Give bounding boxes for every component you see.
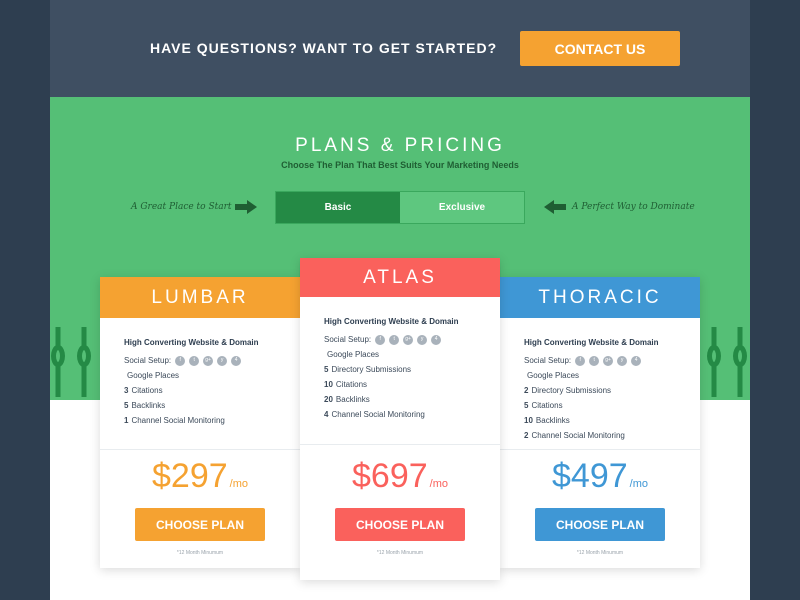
toggle-exclusive[interactable]: Exclusive	[400, 192, 524, 223]
yelp-icon: y	[217, 355, 228, 366]
plan-price: $497/mo	[500, 457, 700, 496]
social-setup-label: Social Setup:	[324, 335, 372, 344]
feature-item: 1 Channel Social Monitoring	[124, 416, 225, 425]
feature-social: Social Setup: f t g+ y 4	[324, 332, 500, 347]
feature-title: High Converting Website & Domain	[524, 338, 659, 347]
facebook-icon: f	[375, 334, 386, 345]
left-tagline: A Great Place to Start	[131, 202, 232, 212]
feature-item: 5 Backlinks	[124, 401, 166, 410]
choose-plan-button[interactable]: CHOOSE PLAN	[335, 508, 465, 541]
feature-title: High Converting Website & Domain	[324, 317, 459, 326]
choose-plan-button[interactable]: CHOOSE PLAN	[135, 508, 265, 541]
card-divider	[500, 449, 700, 450]
price-amount: $297	[152, 457, 228, 495]
feature-item: Google Places	[127, 371, 180, 380]
right-tagline: A Perfect Way to Dominate	[572, 202, 695, 212]
card-divider	[100, 449, 300, 450]
feature-item: 20 Backlinks	[324, 395, 370, 404]
google-plus-icon: g+	[403, 334, 414, 345]
twitter-icon: t	[189, 355, 200, 366]
card-divider	[300, 444, 500, 445]
feature-item: 4 Channel Social Monitoring	[324, 410, 425, 419]
facebook-icon: f	[175, 355, 186, 366]
feature-item: 10 Citations	[324, 380, 368, 389]
feature-item: 5 Citations	[524, 401, 563, 410]
feature-social: Social Setup: f t g+ y 4	[524, 353, 700, 368]
twitter-icon: t	[589, 355, 600, 366]
plan-name: THORACIC	[500, 277, 700, 318]
google-plus-icon: g+	[203, 355, 214, 366]
decorative-bones-left	[51, 327, 91, 397]
plan-name: ATLAS	[300, 258, 500, 297]
plan-features: High Converting Website & Domain Social …	[500, 318, 700, 443]
minimum-note: *12 Month Minumum	[376, 550, 424, 556]
plans-subtitle: Choose The Plan That Best Suits Your Mar…	[281, 160, 519, 170]
price-unit: /mo	[429, 478, 448, 490]
page-frame: HAVE QUESTIONS? WANT TO GET STARTED? CON…	[50, 0, 750, 600]
contact-us-button[interactable]: CONTACT US	[520, 31, 680, 66]
feature-social: Social Setup: f t g+ y 4	[124, 353, 300, 368]
feature-item: 5 Directory Submissions	[324, 365, 412, 374]
feature-item: Google Places	[327, 350, 380, 359]
decorative-bones-right	[707, 327, 747, 397]
social-setup-label: Social Setup:	[524, 356, 572, 365]
price-amount: $697	[352, 457, 428, 495]
plan-card-thoracic: THORACIC High Converting Website & Domai…	[500, 277, 700, 568]
plan-type-toggle: Basic Exclusive	[275, 191, 525, 224]
arrow-right-icon	[235, 200, 257, 214]
feature-item: 2 Channel Social Monitoring	[524, 431, 625, 440]
facebook-icon: f	[575, 355, 586, 366]
plan-price: $697/mo	[300, 457, 500, 496]
plan-features: High Converting Website & Domain Social …	[300, 297, 500, 422]
twitter-icon: t	[389, 334, 400, 345]
price-unit: /mo	[229, 478, 248, 490]
yelp-icon: y	[417, 334, 428, 345]
toggle-basic[interactable]: Basic	[276, 192, 400, 223]
top-bar: HAVE QUESTIONS? WANT TO GET STARTED? CON…	[50, 0, 750, 97]
arrow-left-icon	[544, 200, 566, 214]
plan-features: High Converting Website & Domain Social …	[100, 318, 300, 428]
plan-price: $297/mo	[100, 457, 300, 496]
topbar-question: HAVE QUESTIONS? WANT TO GET STARTED?	[150, 40, 498, 56]
feature-item: 10 Backlinks	[524, 416, 570, 425]
foursquare-icon: 4	[631, 355, 642, 366]
feature-item: Google Places	[527, 371, 580, 380]
minimum-note: *12 Month Minumum	[176, 550, 224, 556]
plan-name: LUMBAR	[100, 277, 300, 318]
choose-plan-button[interactable]: CHOOSE PLAN	[535, 508, 665, 541]
foursquare-icon: 4	[431, 334, 442, 345]
social-setup-label: Social Setup:	[124, 356, 172, 365]
price-unit: /mo	[629, 478, 648, 490]
google-plus-icon: g+	[603, 355, 614, 366]
feature-title: High Converting Website & Domain	[124, 338, 259, 347]
feature-item: 3 Citations	[124, 386, 163, 395]
yelp-icon: y	[617, 355, 628, 366]
plan-card-atlas: ATLAS High Converting Website & Domain S…	[300, 258, 500, 580]
minimum-note: *12 Month Minumum	[576, 550, 624, 556]
price-amount: $497	[552, 457, 628, 495]
plans-title: PLANS & PRICING	[295, 135, 505, 156]
foursquare-icon: 4	[231, 355, 242, 366]
plan-card-lumbar: LUMBAR High Converting Website & Domain …	[100, 277, 300, 568]
feature-item: 2 Directory Submissions	[524, 386, 612, 395]
